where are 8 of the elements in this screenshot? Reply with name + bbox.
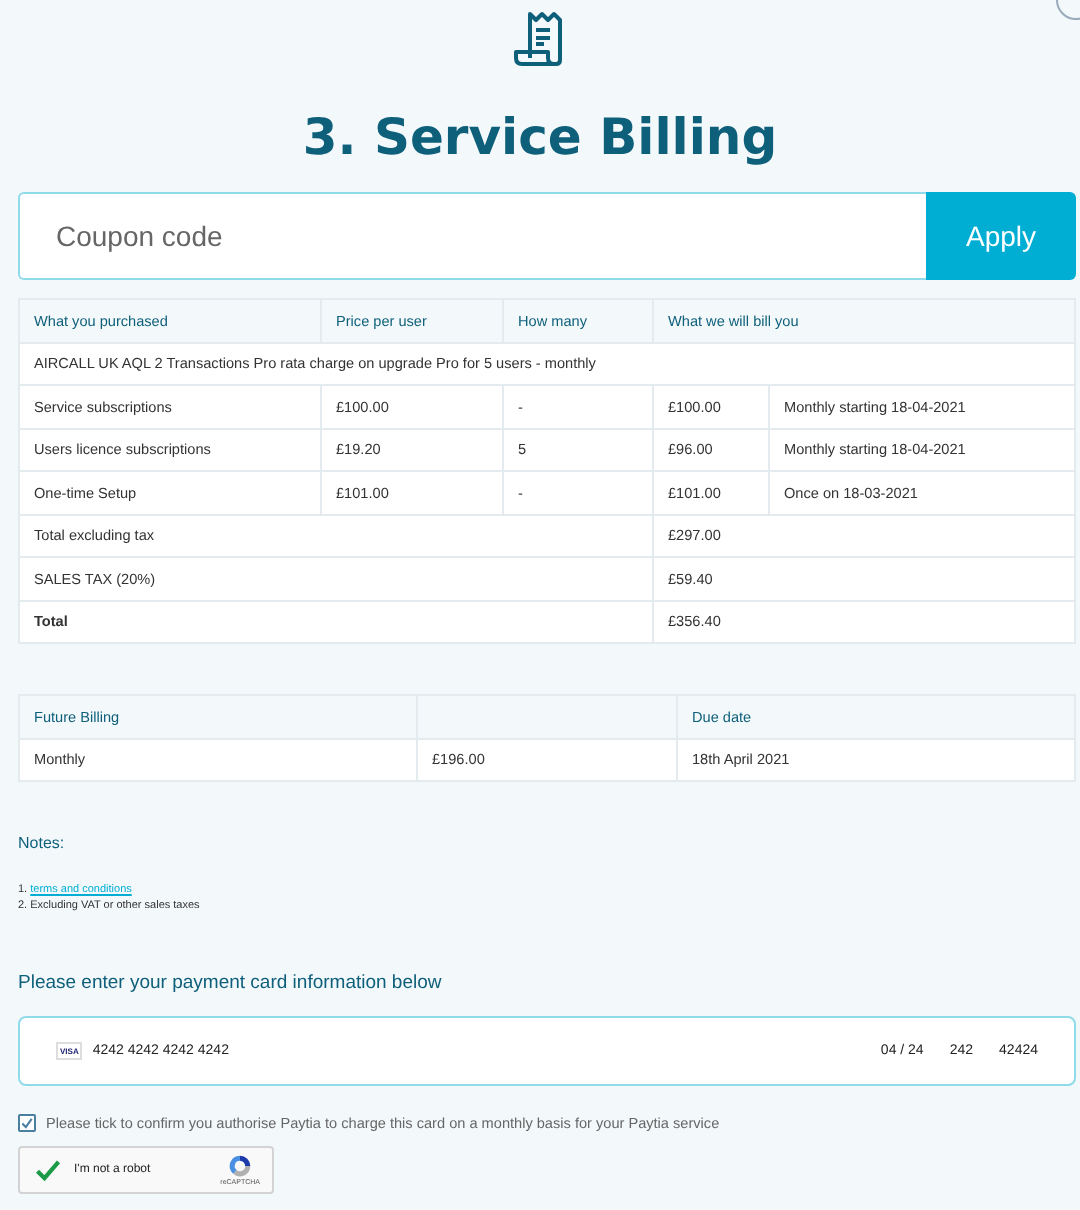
page-title: 3. Service Billing: [302, 106, 778, 170]
coupon-field[interactable]: Coupon code: [18, 192, 926, 280]
notes-heading: Notes:: [18, 834, 67, 852]
payment-heading: Please enter your payment card information below: [18, 972, 444, 994]
authorise-checkbox[interactable]: [18, 1114, 36, 1132]
receipt-icon: [513, 10, 567, 66]
captcha-checkbox[interactable]: [34, 1156, 62, 1184]
recaptcha-logo-icon: [226, 1154, 255, 1178]
